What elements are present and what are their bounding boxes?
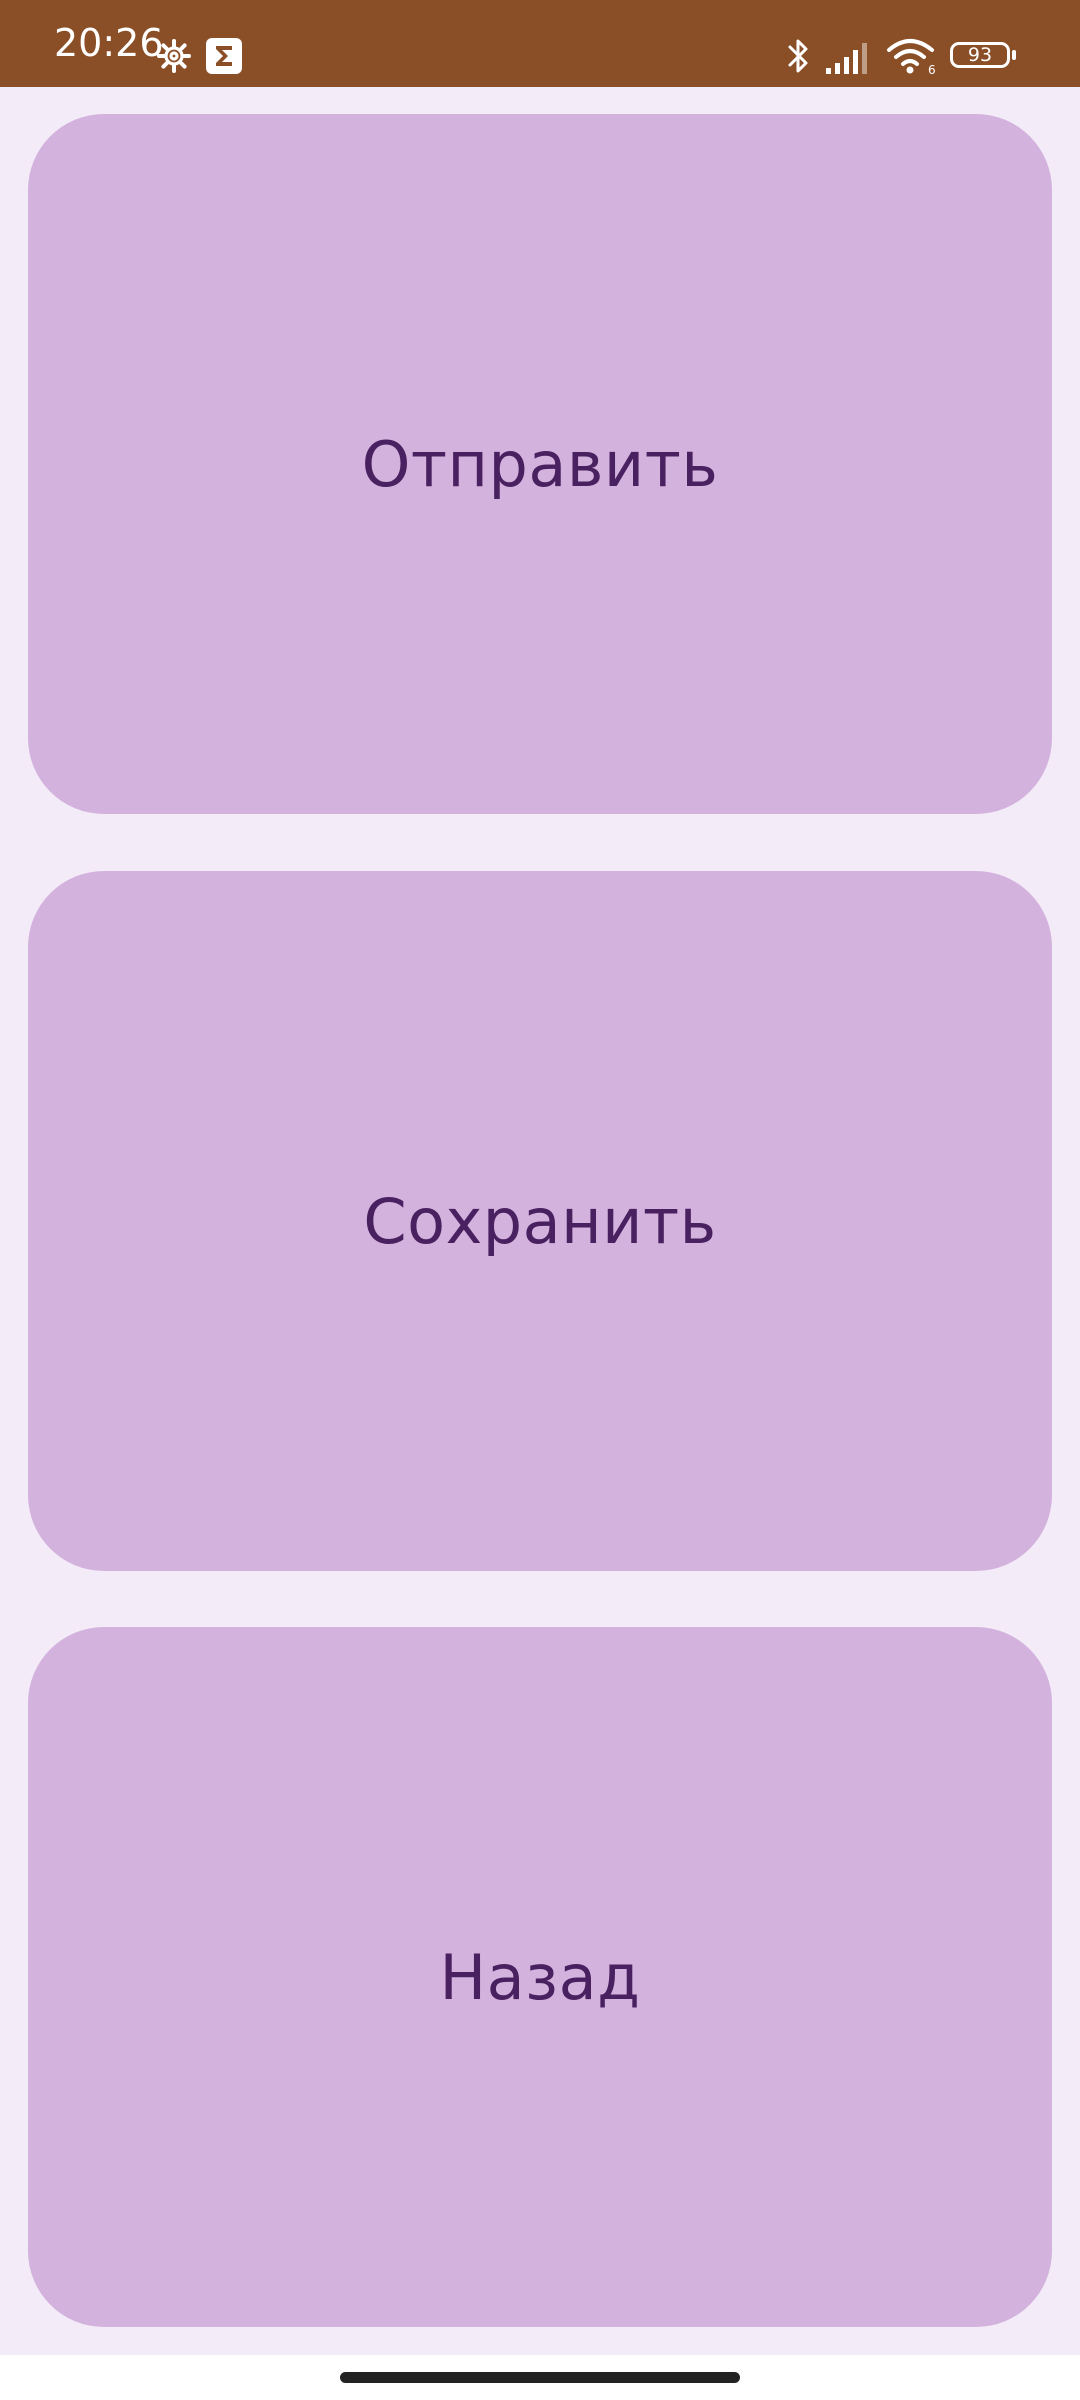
home-gesture-handle[interactable] (340, 2372, 740, 2383)
save-button-label: Сохранить (363, 1184, 717, 1258)
wifi-label: 6 (928, 63, 936, 76)
cellular-signal-icon (826, 43, 867, 74)
send-button-label: Отправить (361, 427, 719, 501)
bluetooth-icon (788, 39, 808, 73)
status-bar: 20:26 6 93 (0, 0, 1080, 87)
status-time: 20:26 (54, 21, 164, 65)
navigation-bar (0, 2355, 1080, 2400)
send-button[interactable]: Отправить (28, 114, 1052, 814)
save-button[interactable]: Сохранить (28, 871, 1052, 1571)
settings-gear-icon (157, 39, 191, 73)
battery-level: 93 (967, 44, 993, 66)
main-content: Отправить Сохранить Назад (0, 87, 1080, 2355)
back-button-label: Назад (439, 1940, 641, 2014)
battery-icon: 93 (950, 42, 1018, 72)
sigma-app-icon (206, 38, 242, 74)
wifi-icon: 6 (887, 39, 936, 76)
back-button[interactable]: Назад (28, 1627, 1052, 2327)
